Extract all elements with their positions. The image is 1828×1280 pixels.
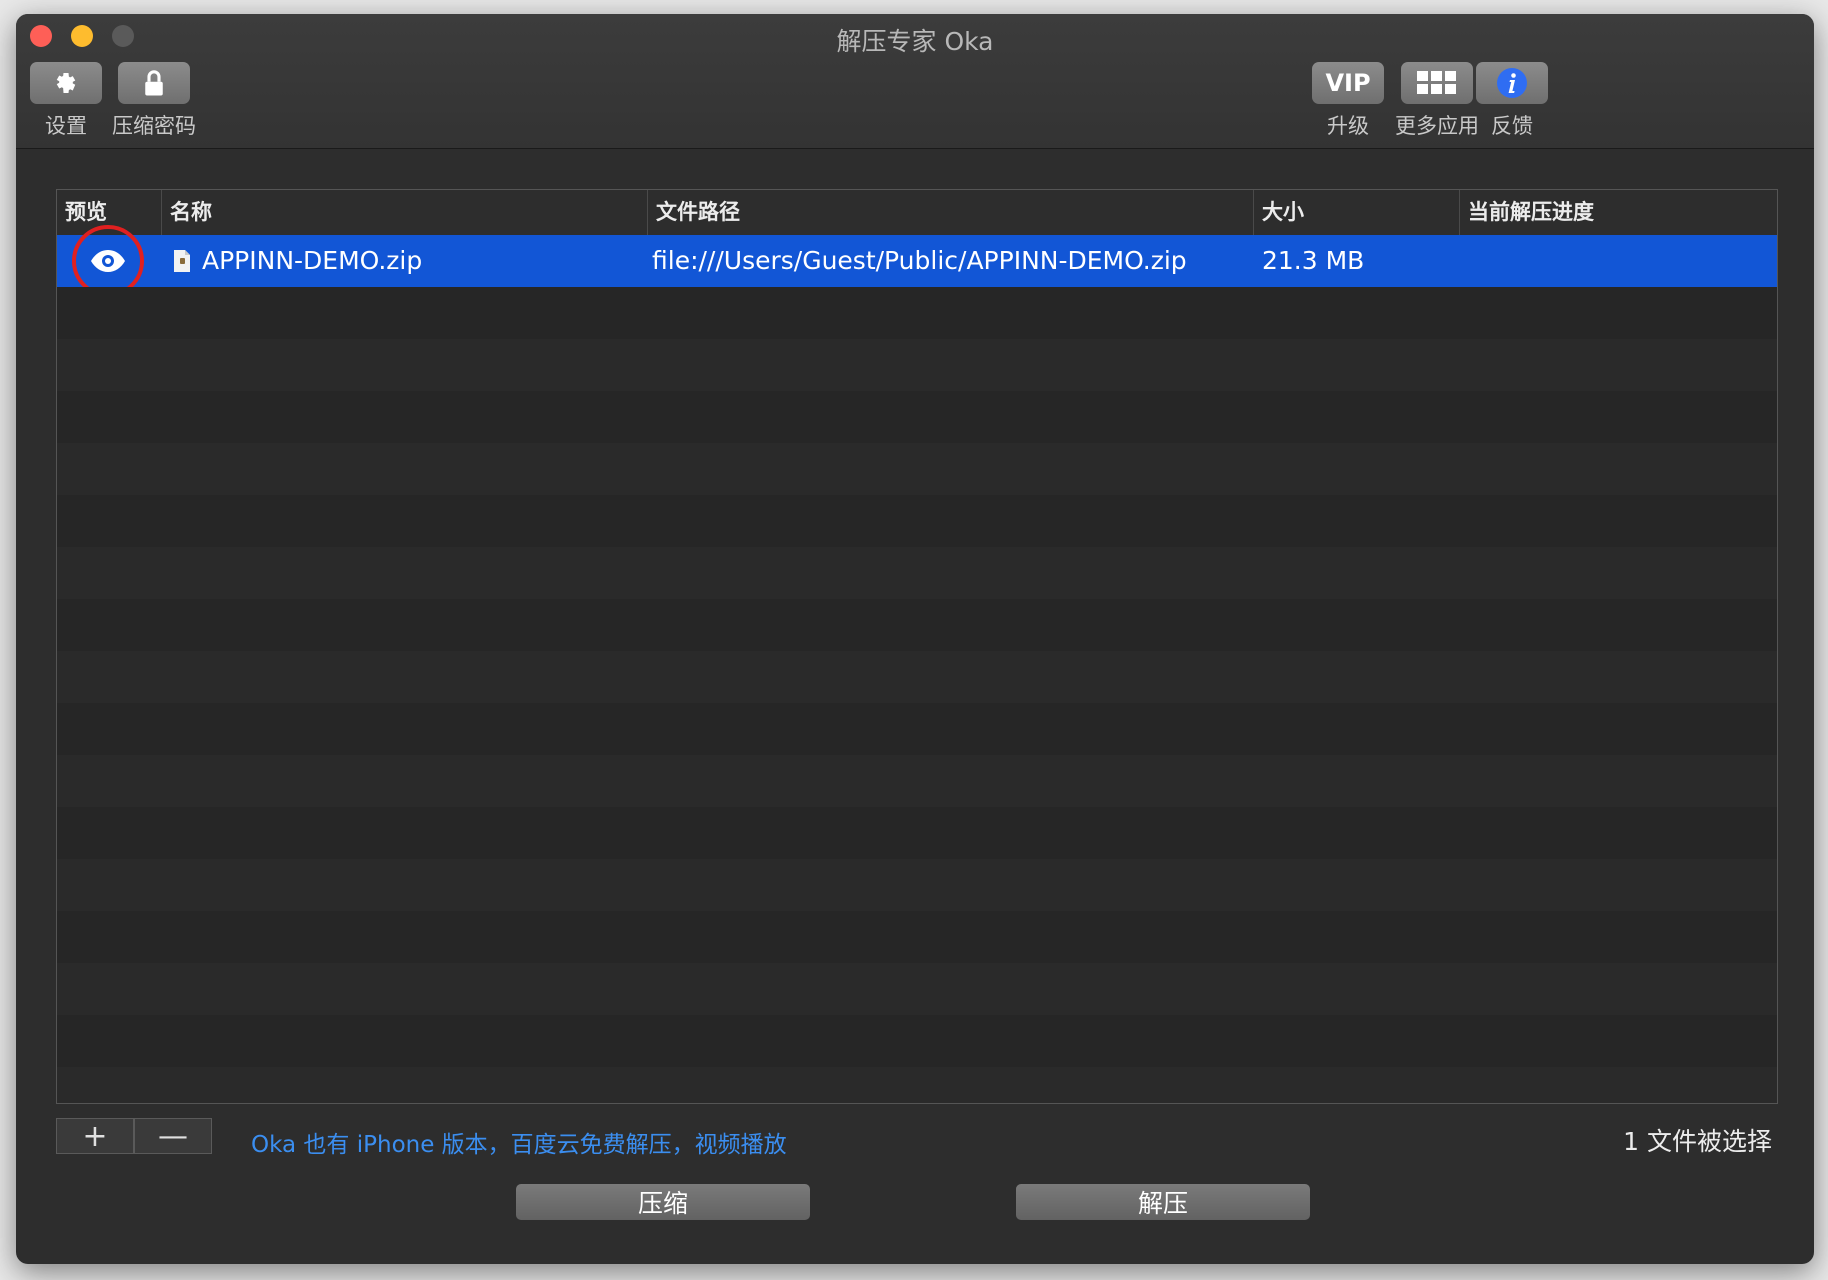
more-apps-label: 更多应用 bbox=[1395, 114, 1479, 138]
file-path: file:///Users/Guest/Public/APPINN-DEMO.z… bbox=[652, 246, 1187, 275]
column-progress[interactable]: 当前解压进度 bbox=[1459, 190, 1763, 235]
remove-file-button[interactable]: — bbox=[134, 1118, 212, 1154]
lock-icon bbox=[145, 70, 163, 96]
empty-row bbox=[57, 443, 1777, 495]
window-title: 解压专家 Oka bbox=[836, 27, 994, 56]
empty-row bbox=[57, 651, 1777, 703]
empty-row bbox=[57, 703, 1777, 755]
settings-button[interactable] bbox=[30, 62, 102, 104]
empty-row bbox=[57, 807, 1777, 859]
vip-icon: VIP bbox=[1325, 69, 1371, 97]
table-row[interactable]: APPINN-DEMO.zip file:///Users/Guest/Publ… bbox=[57, 225, 1777, 297]
empty-row bbox=[57, 1067, 1777, 1103]
empty-row bbox=[57, 963, 1777, 1015]
column-name[interactable]: 名称 bbox=[161, 190, 647, 235]
settings-tool[interactable]: 设置 bbox=[30, 62, 102, 140]
settings-label: 设置 bbox=[45, 114, 87, 138]
feedback-tool[interactable]: 反馈 bbox=[1476, 62, 1548, 140]
table-header: 预览 名称 文件路径 大小 当前解压进度 bbox=[57, 190, 1777, 236]
vip-button[interactable]: VIP bbox=[1312, 62, 1384, 104]
empty-row bbox=[57, 1015, 1777, 1067]
column-path[interactable]: 文件路径 bbox=[647, 190, 1253, 235]
compress-button[interactable]: 压缩 bbox=[516, 1184, 810, 1220]
more-apps-button[interactable] bbox=[1401, 62, 1473, 104]
password-label: 压缩密码 bbox=[112, 114, 196, 138]
password-button[interactable] bbox=[118, 62, 190, 104]
extract-button[interactable]: 解压 bbox=[1016, 1184, 1310, 1220]
add-file-button[interactable]: + bbox=[56, 1118, 134, 1154]
more-apps-tool[interactable]: 更多应用 bbox=[1395, 62, 1479, 140]
table-body: APPINN-DEMO.zip file:///Users/Guest/Publ… bbox=[57, 225, 1777, 1103]
grid-icon bbox=[1417, 71, 1456, 94]
empty-row bbox=[57, 859, 1777, 911]
empty-row bbox=[57, 339, 1777, 391]
promo-link[interactable]: Oka 也有 iPhone 版本，百度云免费解压，视频播放 bbox=[251, 1125, 787, 1159]
zip-file-icon bbox=[174, 250, 190, 272]
feedback-label: 反馈 bbox=[1491, 114, 1533, 138]
selection-status: 1 文件被选择 bbox=[1623, 1127, 1772, 1156]
file-name: APPINN-DEMO.zip bbox=[202, 246, 423, 275]
file-table: 预览 名称 文件路径 大小 当前解压进度 APPINN-DEMO.zip fil… bbox=[56, 189, 1778, 1104]
empty-row bbox=[57, 287, 1777, 339]
empty-row bbox=[57, 755, 1777, 807]
empty-row bbox=[57, 391, 1777, 443]
feedback-button[interactable] bbox=[1476, 62, 1548, 104]
title-bar: 解压专家 Oka 设置 压缩密码 VIP 升级 更多应用 反馈 bbox=[16, 14, 1814, 149]
column-size[interactable]: 大小 bbox=[1253, 190, 1459, 235]
file-size: 21.3 MB bbox=[1262, 246, 1365, 275]
empty-row bbox=[57, 599, 1777, 651]
password-tool[interactable]: 压缩密码 bbox=[112, 62, 196, 140]
upgrade-tool[interactable]: VIP 升级 bbox=[1312, 62, 1384, 140]
info-icon bbox=[1497, 68, 1527, 98]
app-window: 解压专家 Oka 设置 压缩密码 VIP 升级 更多应用 反馈 预览 名称 文件… bbox=[16, 14, 1814, 1264]
upgrade-label: 升级 bbox=[1327, 114, 1369, 138]
empty-row bbox=[57, 547, 1777, 599]
gear-icon bbox=[56, 73, 76, 93]
empty-row bbox=[57, 495, 1777, 547]
empty-row bbox=[57, 911, 1777, 963]
